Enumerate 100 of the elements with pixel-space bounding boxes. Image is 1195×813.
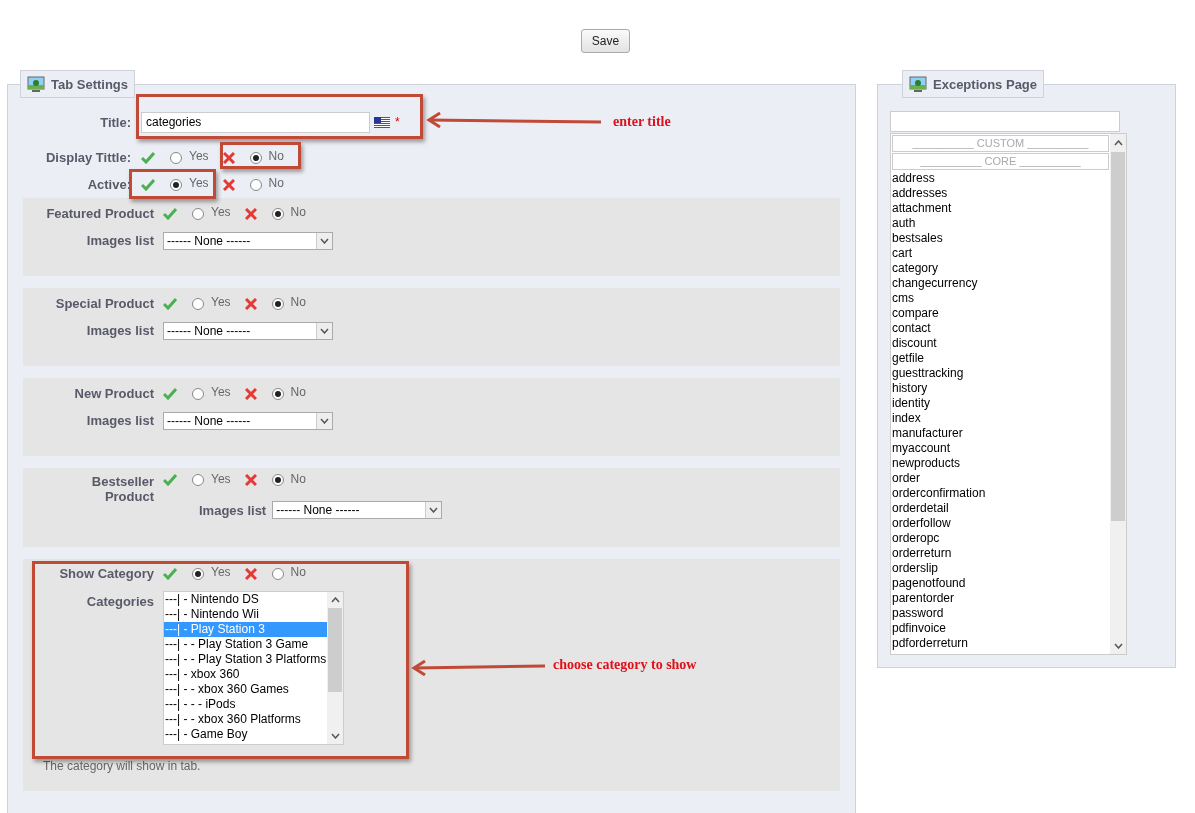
list-option[interactable]: ---| - - Play Station 3 Platforms bbox=[164, 652, 327, 667]
option-label: No bbox=[268, 176, 284, 190]
radio-button[interactable] bbox=[271, 387, 284, 400]
page-option[interactable]: pagenotfound bbox=[891, 576, 1110, 591]
list-option[interactable]: ---| - Nintendo Wii bbox=[164, 607, 327, 622]
caret-icon[interactable] bbox=[320, 417, 329, 424]
picture-icon bbox=[909, 75, 927, 93]
radio-button[interactable] bbox=[249, 178, 262, 191]
page-option[interactable]: orderreturn bbox=[891, 546, 1110, 561]
page-option[interactable]: manufacturer bbox=[891, 426, 1110, 441]
list-option[interactable]: ---| - xbox 360 bbox=[164, 667, 327, 682]
check-icon bbox=[163, 387, 177, 400]
page-option[interactable]: orderdetail bbox=[891, 501, 1110, 516]
option-label: No bbox=[290, 385, 306, 399]
title-input[interactable]: categories bbox=[141, 111, 370, 133]
list-option[interactable]: ---| - - Play Station 3 Game bbox=[164, 637, 327, 652]
radio-button[interactable] bbox=[192, 387, 204, 400]
annotation-text: choose category to show bbox=[553, 657, 697, 673]
page-option[interactable]: orderslip bbox=[891, 561, 1110, 576]
exceptions-list[interactable] bbox=[890, 133, 1127, 655]
field-label: Images list bbox=[199, 502, 267, 518]
radio-button[interactable] bbox=[271, 474, 284, 486]
caret-icon[interactable] bbox=[1113, 140, 1123, 146]
cross-icon bbox=[244, 567, 257, 580]
caret-icon[interactable] bbox=[330, 597, 340, 603]
images-select[interactable]: ------ None ------ bbox=[163, 231, 333, 250]
caret-icon[interactable] bbox=[320, 327, 329, 334]
page-option[interactable]: bestsales bbox=[891, 231, 1110, 246]
page-option[interactable]: password bbox=[891, 606, 1110, 621]
list-option[interactable]: ---| - Nintendo DS bbox=[164, 592, 327, 607]
scrollbar[interactable] bbox=[1110, 134, 1126, 654]
list-option[interactable]: ---| - Game Boy bbox=[164, 727, 327, 742]
caret-icon[interactable] bbox=[1113, 643, 1123, 649]
option-label: No bbox=[268, 149, 284, 163]
caret-icon[interactable] bbox=[330, 733, 340, 739]
radio-button[interactable] bbox=[170, 178, 182, 191]
caret-icon[interactable] bbox=[320, 237, 329, 244]
page-option[interactable]: newproducts bbox=[891, 456, 1110, 471]
list-option[interactable]: ---| - - xbox 360 Platforms bbox=[164, 712, 327, 727]
caret-icon[interactable] bbox=[429, 507, 439, 513]
radio-button[interactable] bbox=[271, 207, 284, 220]
page-option[interactable]: address bbox=[891, 171, 1110, 186]
images-select[interactable]: ------ None ------ bbox=[163, 321, 333, 340]
page-option[interactable]: history bbox=[891, 381, 1110, 396]
cross-icon bbox=[244, 474, 257, 486]
list-option[interactable]: ---| - - - iPods bbox=[164, 697, 327, 712]
page-option[interactable]: discount bbox=[891, 336, 1110, 351]
field-label: Bestseller Product bbox=[90, 474, 154, 504]
radio-button[interactable] bbox=[192, 474, 204, 486]
page-option[interactable]: parentorder bbox=[891, 591, 1110, 606]
check-icon bbox=[163, 207, 177, 220]
group-separator: __________ CORE __________ bbox=[892, 153, 1109, 170]
field-label: Active: bbox=[86, 177, 131, 192]
field-label: Images list bbox=[85, 323, 154, 338]
page-option[interactable]: category bbox=[891, 261, 1110, 276]
option-label: Yes bbox=[211, 471, 231, 486]
radio-button[interactable] bbox=[249, 151, 262, 164]
scrollbar[interactable] bbox=[327, 592, 343, 744]
page-option[interactable]: auth bbox=[891, 216, 1110, 231]
page-option[interactable]: orderfollow bbox=[891, 516, 1110, 531]
radio-button[interactable] bbox=[271, 567, 284, 580]
radio-button[interactable] bbox=[271, 297, 284, 310]
page-option[interactable]: changecurrency bbox=[891, 276, 1110, 291]
option-label: Yes bbox=[189, 176, 209, 190]
section-title: Tab Settings bbox=[51, 76, 129, 92]
check-icon bbox=[141, 151, 155, 164]
field-label: Title: bbox=[99, 114, 131, 130]
option-label: Yes bbox=[211, 205, 231, 219]
page-option[interactable]: pdfinvoice bbox=[891, 621, 1110, 636]
page-option[interactable]: orderconfirmation bbox=[891, 486, 1110, 501]
page-option[interactable]: compare bbox=[891, 306, 1110, 321]
radio-button[interactable] bbox=[192, 207, 204, 220]
radio-button[interactable] bbox=[192, 567, 204, 580]
list-option[interactable]: ---| - - xbox 360 Games bbox=[164, 682, 327, 697]
option-label: Yes bbox=[189, 149, 209, 163]
page-option[interactable]: myaccount bbox=[891, 441, 1110, 456]
page-option[interactable]: orderopc bbox=[891, 531, 1110, 546]
page-option[interactable]: contact bbox=[891, 321, 1110, 336]
page-option[interactable]: pdforderreturn bbox=[891, 636, 1110, 651]
page-option[interactable]: attachment bbox=[891, 201, 1110, 216]
page-option[interactable]: getfile bbox=[891, 351, 1110, 366]
category-list[interactable] bbox=[163, 591, 344, 745]
picture-icon bbox=[27, 75, 45, 93]
radio-button[interactable] bbox=[170, 151, 182, 164]
page-option[interactable]: index bbox=[891, 411, 1110, 426]
filter-input[interactable] bbox=[890, 111, 1120, 132]
page-option[interactable]: cms bbox=[891, 291, 1110, 306]
radio-button[interactable] bbox=[192, 297, 204, 310]
page-option[interactable]: order bbox=[891, 471, 1110, 486]
images-select[interactable]: ------ None ------ bbox=[272, 501, 443, 519]
page-option[interactable]: addresses bbox=[891, 186, 1110, 201]
field-label: Images list bbox=[85, 413, 154, 428]
page-option[interactable]: guesttracking bbox=[891, 366, 1110, 381]
save-button[interactable]: Save bbox=[580, 29, 631, 53]
flag-icon[interactable] bbox=[374, 116, 390, 128]
page-option[interactable]: identity bbox=[891, 396, 1110, 411]
required-mark: * bbox=[395, 115, 400, 129]
cross-icon bbox=[222, 151, 235, 164]
page-option[interactable]: cart bbox=[891, 246, 1110, 261]
images-select[interactable]: ------ None ------ bbox=[163, 411, 333, 430]
